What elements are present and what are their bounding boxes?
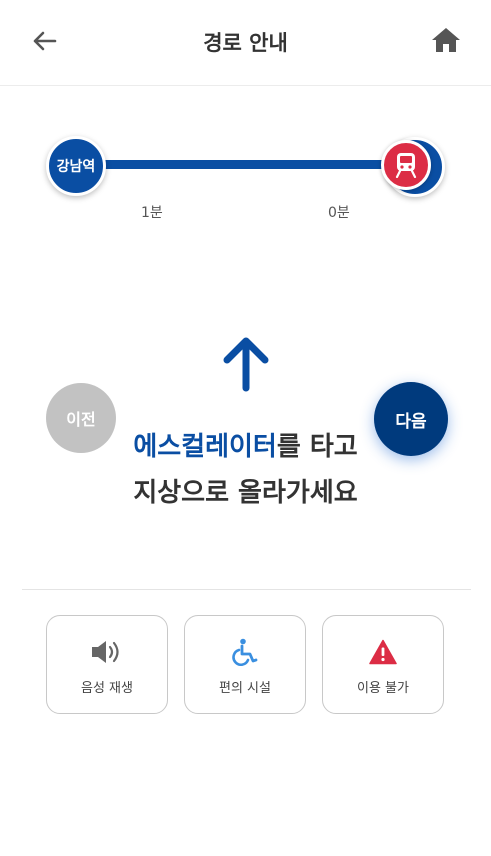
start-station-marker: 강남역 <box>46 136 106 196</box>
wheelchair-icon <box>232 638 258 666</box>
header: 경로 안내 <box>0 0 491 86</box>
instruction-highlight: 에스컬레이터 <box>133 432 277 462</box>
instruction-text: 에스컬레이터를 타고 지상으로 올라가세요 <box>0 424 491 516</box>
page-title: 경로 안내 <box>203 31 288 55</box>
voice-play-button[interactable]: 음성 재생 <box>46 615 168 714</box>
instruction-line-1-rest: 를 타고 <box>276 432 358 462</box>
arrow-up-icon <box>223 337 269 392</box>
instruction-line-1: 에스컬레이터를 타고 <box>0 424 491 470</box>
train-position-marker <box>381 140 431 190</box>
divider <box>22 589 471 590</box>
unavailable-label: 이용 불가 <box>357 681 409 696</box>
warning-icon <box>369 639 397 665</box>
facilities-label: 편의 시설 <box>219 681 271 696</box>
train-icon <box>395 153 417 178</box>
home-icon <box>432 28 460 52</box>
unavailable-button[interactable]: 이용 불가 <box>322 615 444 714</box>
facilities-button[interactable]: 편의 시설 <box>184 615 306 714</box>
time-label: 0분 <box>328 205 350 221</box>
time-label: 1분 <box>141 205 163 221</box>
voice-play-label: 음성 재생 <box>81 681 133 696</box>
home-button[interactable] <box>429 25 463 55</box>
route-progress-line <box>76 160 414 169</box>
speaker-icon <box>92 641 119 663</box>
instruction-line-2: 지상으로 올라가세요 <box>133 478 358 508</box>
start-station-label: 강남역 <box>56 159 96 175</box>
